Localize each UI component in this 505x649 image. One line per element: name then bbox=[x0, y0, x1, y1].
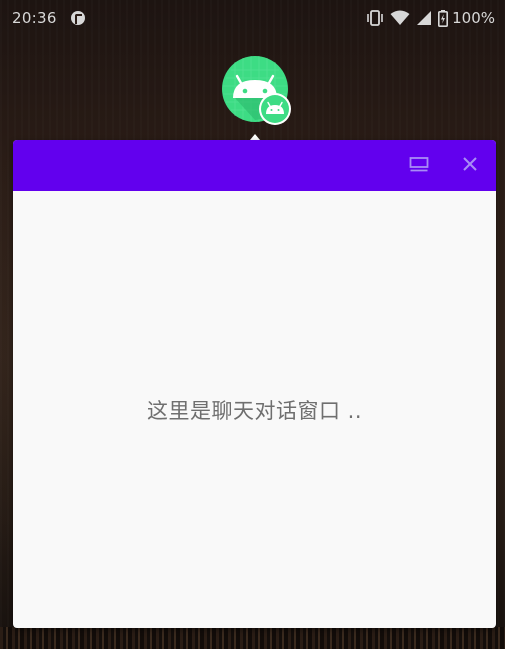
chat-window-body: 这里是聊天对话窗口 .. bbox=[13, 191, 496, 628]
android-bubble-icon[interactable] bbox=[221, 56, 291, 126]
wifi-icon bbox=[390, 10, 410, 26]
battery-percentage: 100% bbox=[452, 9, 495, 27]
minimize-window-icon bbox=[409, 155, 429, 177]
chat-window-header bbox=[13, 140, 496, 191]
close-icon bbox=[462, 156, 478, 176]
status-icons: 100% bbox=[366, 8, 495, 28]
chat-window: 这里是聊天对话窗口 .. bbox=[13, 140, 496, 628]
notification-app-icon bbox=[71, 11, 85, 25]
vibrate-icon bbox=[366, 10, 384, 26]
wallpaper-bottom-edge bbox=[0, 627, 505, 649]
status-bar: 20:36 100% bbox=[0, 0, 505, 36]
status-time: 20:36 bbox=[12, 9, 57, 27]
minimize-window-button[interactable] bbox=[406, 153, 432, 179]
chat-placeholder-text: 这里是聊天对话窗口 .. bbox=[146, 398, 363, 423]
cellular-signal-icon bbox=[416, 10, 432, 26]
battery-charging-icon bbox=[438, 9, 449, 27]
close-window-button[interactable] bbox=[457, 153, 483, 179]
